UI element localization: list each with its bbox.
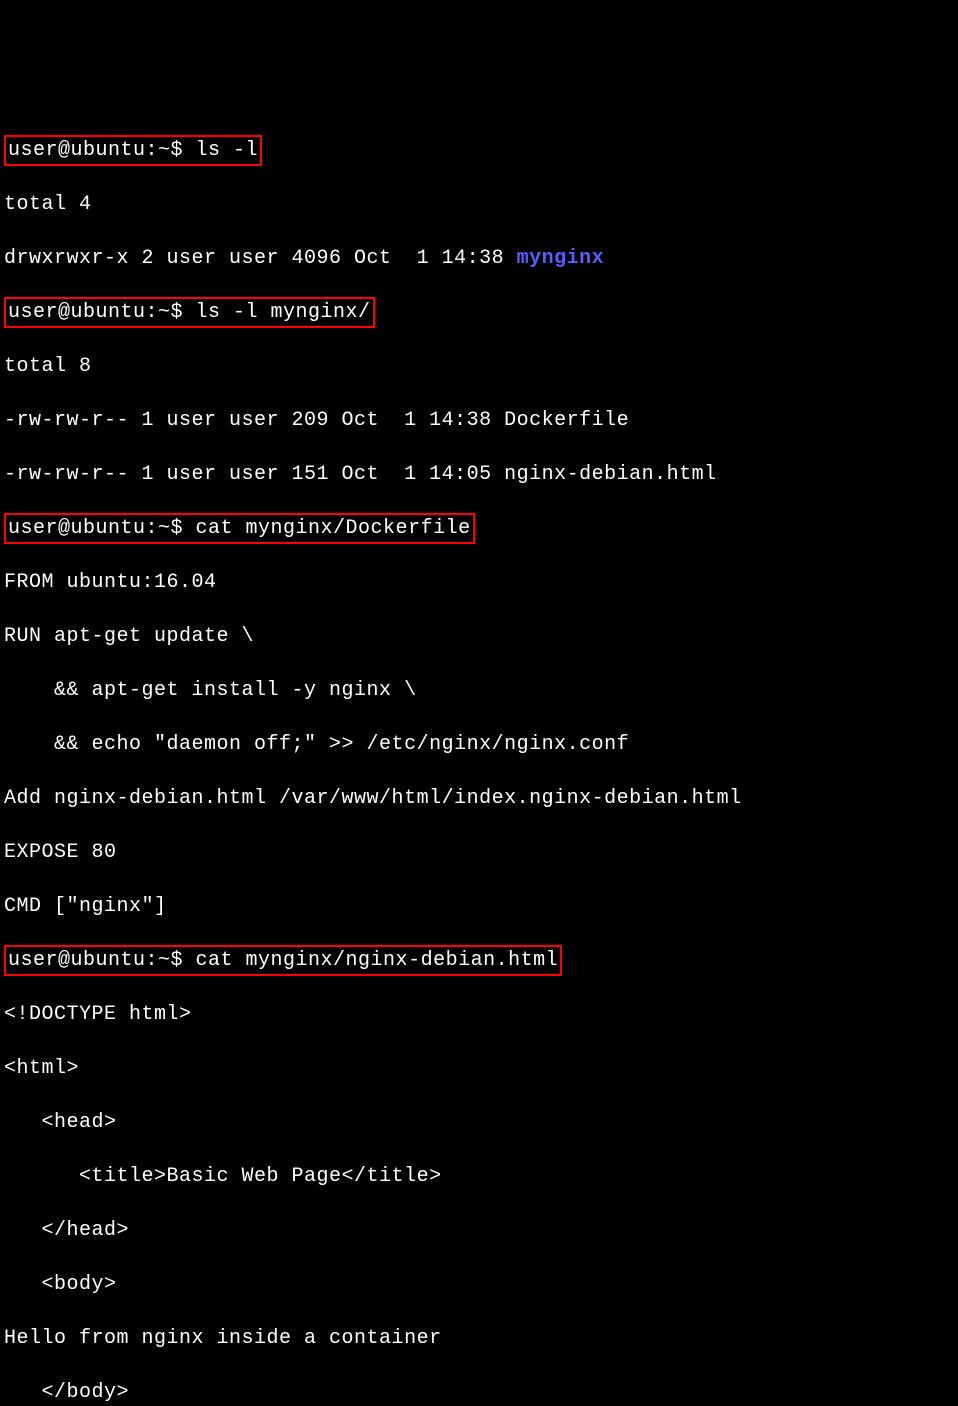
dockerfile-line-3: && apt-get install -y nginx \ <box>4 677 954 704</box>
ls-entry-perms: drwxrwxr-x 2 user user 4096 Oct 1 14:38 <box>4 247 517 270</box>
dockerfile-line-7: CMD ["nginx"] <box>4 893 954 920</box>
terminal-output: user@ubuntu:~$ ls -l total 4 drwxrwxr-x … <box>4 110 954 1406</box>
dockerfile-line-2: RUN apt-get update \ <box>4 623 954 650</box>
ls-entry-dockerfile: -rw-rw-r-- 1 user user 209 Oct 1 14:38 D… <box>4 407 954 434</box>
html-line-6: <body> <box>4 1271 954 1298</box>
html-line-8: </body> <box>4 1379 954 1406</box>
ls-total-1: total 4 <box>4 191 954 218</box>
ls-entry-dirname: mynginx <box>517 247 605 270</box>
command-3-highlight: user@ubuntu:~$ cat mynginx/Dockerfile <box>4 513 475 544</box>
ls-entry-nginxhtml: -rw-rw-r-- 1 user user 151 Oct 1 14:05 n… <box>4 461 954 488</box>
dockerfile-line-6: EXPOSE 80 <box>4 839 954 866</box>
ls-total-2: total 8 <box>4 353 954 380</box>
html-line-7: Hello from nginx inside a container <box>4 1325 954 1352</box>
html-line-5: </head> <box>4 1217 954 1244</box>
html-line-1: <!DOCTYPE html> <box>4 1001 954 1028</box>
dockerfile-line-5: Add nginx-debian.html /var/www/html/inde… <box>4 785 954 812</box>
html-line-2: <html> <box>4 1055 954 1082</box>
prompt-command-1[interactable]: user@ubuntu:~$ ls -l <box>8 139 258 162</box>
dockerfile-line-1: FROM ubuntu:16.04 <box>4 569 954 596</box>
command-4-highlight: user@ubuntu:~$ cat mynginx/nginx-debian.… <box>4 945 562 976</box>
prompt-command-2[interactable]: user@ubuntu:~$ ls -l mynginx/ <box>8 301 371 324</box>
prompt-command-4[interactable]: user@ubuntu:~$ cat mynginx/nginx-debian.… <box>8 949 558 972</box>
prompt-command-3[interactable]: user@ubuntu:~$ cat mynginx/Dockerfile <box>8 517 471 540</box>
command-1-highlight: user@ubuntu:~$ ls -l <box>4 135 262 166</box>
dockerfile-line-4: && echo "daemon off;" >> /etc/nginx/ngin… <box>4 731 954 758</box>
html-line-3: <head> <box>4 1109 954 1136</box>
html-line-4: <title>Basic Web Page</title> <box>4 1163 954 1190</box>
command-2-highlight: user@ubuntu:~$ ls -l mynginx/ <box>4 297 375 328</box>
